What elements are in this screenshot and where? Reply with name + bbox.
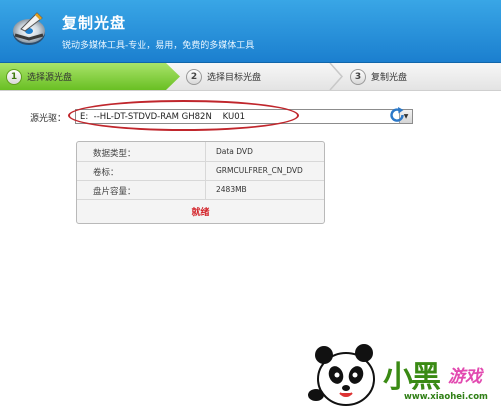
step-2[interactable]: 2 选择目标光盘 xyxy=(186,63,261,90)
info-key-capacity: 盘片容量： xyxy=(93,187,136,197)
step-3-label: 复制光盘 xyxy=(371,73,408,83)
app-title: 复制光盘 xyxy=(62,14,127,32)
info-row-label: 卷标： GRMCULFRER_CN_DVD xyxy=(77,161,324,181)
step-1-number: 1 xyxy=(6,68,22,85)
refresh-icon[interactable] xyxy=(388,106,406,124)
info-column-divider xyxy=(205,142,206,199)
step-3-number: 3 xyxy=(350,68,366,85)
step-3[interactable]: 3 复制光盘 xyxy=(350,63,407,90)
info-value-label: GRMCULFRER_CN_DVD xyxy=(216,166,303,175)
disc-info-panel: 数据类型： Data DVD 卷标： GRMCULFRER_CN_DVD 盘片容… xyxy=(76,141,325,224)
source-drive-select[interactable]: E: --HL-DT-STDVD-RAM GH82N KU01 ▼ xyxy=(75,109,413,124)
title-bar: 复制光盘 锐动多媒体工具-专业，易用，免费的多媒体工具 xyxy=(0,0,501,63)
status-text: 就绪 xyxy=(191,208,210,218)
info-key-type: 数据类型： xyxy=(93,149,136,159)
step-2-label: 选择目标光盘 xyxy=(207,73,262,83)
step-1[interactable]: 1 选择源光盘 xyxy=(6,63,72,90)
info-value-capacity: 2483MB xyxy=(216,185,247,194)
step-1-label: 选择源光盘 xyxy=(27,73,73,83)
info-key-label: 卷标： xyxy=(93,168,119,178)
disc-icon xyxy=(13,12,45,45)
source-drive-label: 源光驱： xyxy=(30,114,67,124)
step-separator xyxy=(329,63,344,90)
watermark-text-2: 游戏 xyxy=(448,367,482,387)
watermark-url: www.xiaohei.com xyxy=(404,392,488,402)
wizard-steps: 1 选择源光盘 2 选择目标光盘 3 复制光盘 xyxy=(0,63,501,91)
app-subtitle: 锐动多媒体工具-专业，易用，免费的多媒体工具 xyxy=(62,41,255,51)
info-value-type: Data DVD xyxy=(216,147,253,156)
selected-drive-value: E: --HL-DT-STDVD-RAM GH82N KU01 xyxy=(80,112,246,122)
step-2-number: 2 xyxy=(186,68,202,85)
watermark-text: 小黑 xyxy=(383,360,441,395)
info-row-type: 数据类型： Data DVD xyxy=(77,142,324,162)
info-row-capacity: 盘片容量： 2483MB xyxy=(77,180,324,200)
